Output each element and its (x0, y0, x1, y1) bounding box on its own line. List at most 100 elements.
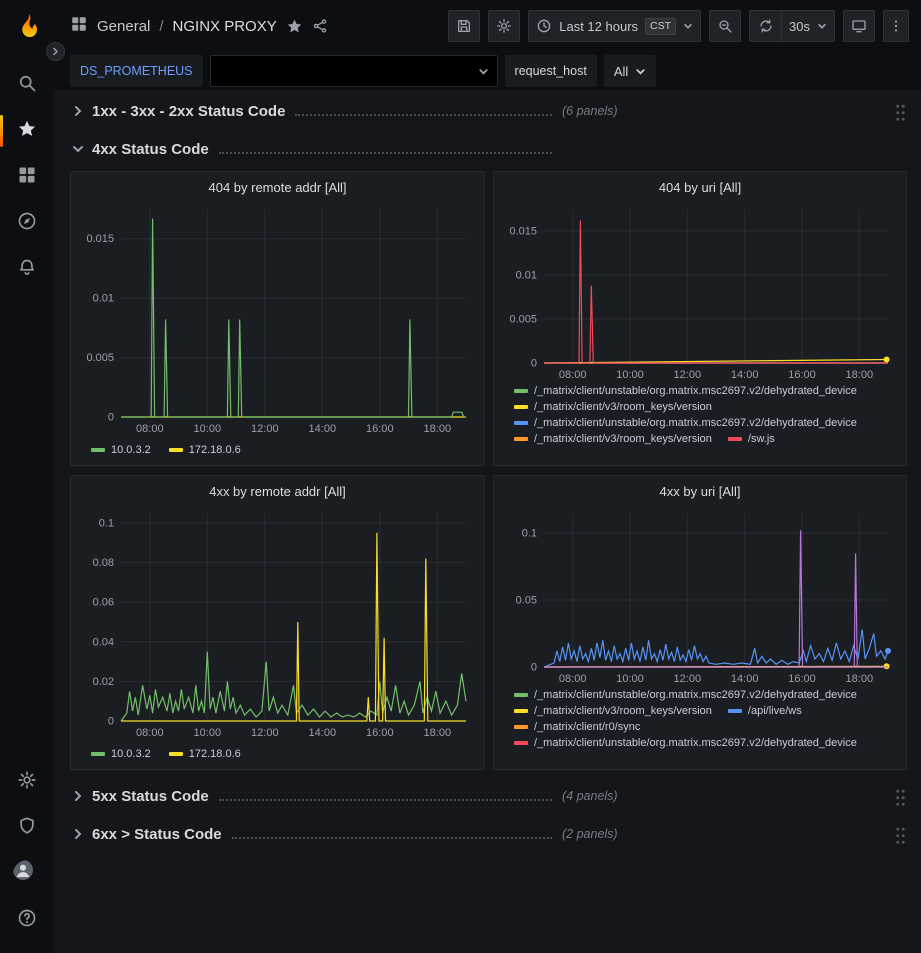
time-series-chart[interactable]: 00.050.108:0010:0012:0014:0016:0018:00 (502, 503, 898, 687)
row-title: 5xx Status Code (92, 788, 209, 805)
sidebar (0, 0, 54, 953)
grafana-logo-icon[interactable] (10, 10, 44, 44)
legend-item[interactable]: 10.0.3.2 (91, 444, 151, 456)
legend-item[interactable]: /api/live/ws (728, 705, 802, 717)
legend-item[interactable]: /_matrix/client/unstable/org.matrix.msc2… (514, 689, 857, 701)
legend-item[interactable]: /_matrix/client/v3/room_keys/version (514, 433, 712, 445)
help-icon (17, 908, 37, 933)
request-host-select[interactable]: All (604, 55, 656, 87)
request-host-variable-label[interactable]: request_host (505, 55, 597, 87)
chevron-down-icon (70, 141, 86, 157)
svg-text:18:00: 18:00 (846, 369, 874, 381)
legend-item[interactable]: /_matrix/client/unstable/org.matrix.msc2… (514, 417, 857, 429)
svg-text:08:00: 08:00 (559, 673, 587, 685)
refresh-dashboard-button[interactable] (749, 10, 781, 42)
legend-label: /_matrix/client/v3/room_keys/version (534, 433, 712, 445)
legend-item[interactable]: 172.18.0.6 (169, 748, 241, 760)
save-dashboard-button[interactable] (448, 10, 480, 42)
datasource-variable-label[interactable]: DS_PROMETHEUS (70, 55, 203, 87)
sidebar-item-search[interactable] (0, 62, 54, 108)
svg-text:08:00: 08:00 (136, 727, 164, 739)
panel-title[interactable]: 4xx by uri [All] (502, 481, 898, 503)
refresh-interval-picker[interactable]: 30s (781, 10, 835, 42)
time-series-chart[interactable]: 00.0050.010.01508:0010:0012:0014:0016:00… (502, 199, 898, 383)
row-dotted-leader (232, 837, 552, 839)
dashboard-row-1xx-3xx-2xx[interactable]: 1xx - 3xx - 2xx Status Code (6 panels) (70, 96, 907, 126)
breadcrumb: General / NGINX PROXY (70, 15, 328, 38)
legend-item[interactable]: /_matrix/client/v3/room_keys/version (514, 705, 712, 717)
dashboard-row-5xx[interactable]: 5xx Status Code (4 panels) (70, 781, 907, 811)
gear-icon (17, 770, 37, 795)
share-icon[interactable] (312, 18, 328, 34)
sidebar-item-settings[interactable] (0, 759, 54, 805)
panel-404-by-remote-addr: 404 by remote addr [All] 00.0050.010.015… (70, 171, 485, 466)
chevron-right-icon (51, 47, 60, 56)
svg-text:0: 0 (531, 358, 537, 370)
legend-label: /api/live/ws (748, 705, 802, 717)
sidebar-item-help[interactable] (0, 897, 54, 943)
refresh-interval-label: 30s (789, 19, 810, 34)
sidebar-item-dashboards[interactable] (0, 154, 54, 200)
dashboard-title[interactable]: NGINX PROXY (173, 18, 277, 35)
clock-icon (536, 18, 552, 34)
datasource-select[interactable] (210, 55, 498, 87)
legend-item[interactable]: /_matrix/client/v3/room_keys/version (514, 401, 712, 413)
dashboard-row-4xx[interactable]: 4xx Status Code (70, 134, 907, 164)
svg-text:0.05: 0.05 (516, 595, 537, 607)
sidebar-item-alerting[interactable] (0, 246, 54, 292)
sidebar-item-profile[interactable] (0, 851, 54, 897)
main-area: General / NGINX PROXY L (54, 0, 921, 953)
legend-label: /_matrix/client/v3/room_keys/version (534, 401, 712, 413)
time-range-picker[interactable]: Last 12 hours CST (528, 10, 701, 42)
svg-text:0: 0 (108, 412, 114, 424)
sidebar-item-starred[interactable] (0, 108, 54, 154)
favorite-star-icon[interactable] (286, 18, 303, 35)
panel-title[interactable]: 404 by uri [All] (502, 177, 898, 199)
breadcrumb-folder[interactable]: General (97, 18, 150, 35)
drag-handle[interactable] (894, 102, 905, 121)
dashboard-scroll-area[interactable]: 1xx - 3xx - 2xx Status Code (6 panels) 4… (54, 90, 921, 953)
legend-item[interactable]: 172.18.0.6 (169, 444, 241, 456)
tv-mode-button[interactable] (843, 10, 875, 42)
svg-text:18:00: 18:00 (424, 423, 452, 435)
panel-4xx-by-remote-addr: 4xx by remote addr [All] 00.020.040.060.… (70, 475, 485, 770)
zoom-out-time-button[interactable] (709, 10, 741, 42)
panel-legend: /_matrix/client/unstable/org.matrix.msc2… (502, 383, 898, 461)
chevron-down-icon (635, 66, 646, 77)
avatar (13, 860, 41, 888)
svg-text:08:00: 08:00 (559, 369, 587, 381)
svg-text:12:00: 12:00 (674, 673, 702, 685)
dashboard-settings-button[interactable] (488, 10, 520, 42)
legend-item[interactable]: /_matrix/client/r0/sync (514, 721, 640, 733)
legend-item[interactable]: /_matrix/client/unstable/org.matrix.msc2… (514, 737, 857, 749)
chevron-right-icon (70, 788, 86, 804)
svg-text:0.01: 0.01 (516, 270, 537, 282)
shield-icon (17, 816, 37, 841)
legend-item[interactable]: /_matrix/client/unstable/org.matrix.msc2… (514, 385, 857, 397)
legend-item[interactable]: /sw.js (728, 433, 775, 445)
save-icon (456, 18, 472, 34)
sidebar-item-server-admin[interactable] (0, 805, 54, 851)
drag-handle[interactable] (894, 825, 905, 844)
row-panel-count: (6 panels) (562, 104, 618, 118)
svg-text:14:00: 14:00 (309, 727, 337, 739)
time-series-chart[interactable]: 00.0050.010.01508:0010:0012:0014:0016:00… (79, 199, 476, 437)
panel-title[interactable]: 4xx by remote addr [All] (79, 481, 476, 503)
dashboard-row-6xx[interactable]: 6xx > Status Code (2 panels) (70, 819, 907, 849)
bell-icon (17, 257, 37, 282)
sidebar-item-explore[interactable] (0, 200, 54, 246)
panel-title[interactable]: 404 by remote addr [All] (79, 177, 476, 199)
panel-legend: 10.0.3.2 172.18.0.6 (79, 437, 476, 461)
drag-handle[interactable] (894, 787, 905, 806)
chevron-right-icon (70, 826, 86, 842)
svg-text:14:00: 14:00 (309, 423, 337, 435)
legend-label: 10.0.3.2 (111, 748, 151, 760)
legend-label: 172.18.0.6 (189, 748, 241, 760)
legend-item[interactable]: 10.0.3.2 (91, 748, 151, 760)
navbar-actions: Last 12 hours CST 30s (448, 10, 909, 42)
sidebar-expand-button[interactable] (46, 42, 65, 61)
zoom-out-icon (717, 18, 733, 34)
more-options-button[interactable] (883, 10, 909, 42)
time-series-chart[interactable]: 00.020.040.060.080.108:0010:0012:0014:00… (79, 503, 476, 741)
row-dotted-leader (219, 152, 552, 154)
